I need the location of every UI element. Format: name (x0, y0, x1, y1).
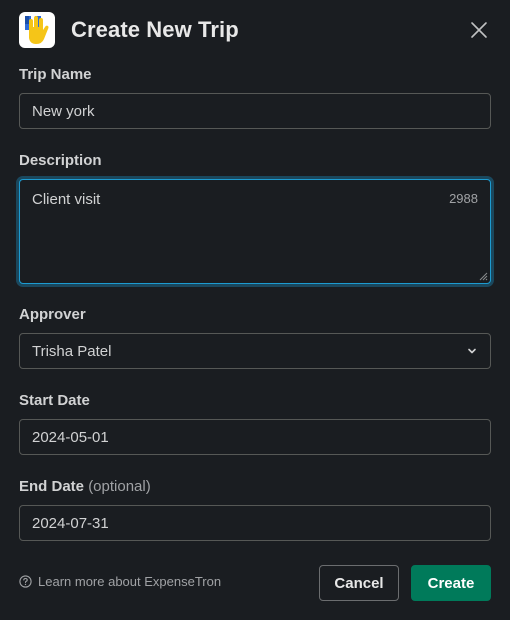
end-date-label-text: End Date (19, 478, 85, 495)
chevron-down-icon (468, 348, 476, 354)
char-count: 2988 (449, 191, 478, 206)
dialog-header: Create New Trip (19, 12, 491, 48)
approver-label: Approver (19, 306, 86, 323)
cancel-button[interactable]: Cancel (319, 565, 399, 601)
dialog-title: Create New Trip (71, 17, 239, 42)
trip-name-label: Trip Name (19, 66, 92, 83)
help-link-text: Learn more about ExpenseTron (38, 574, 222, 589)
close-icon[interactable] (467, 18, 491, 42)
optional-hint: (optional) (88, 478, 151, 495)
start-date-label: Start Date (19, 392, 90, 409)
create-button[interactable]: Create (411, 565, 491, 601)
end-date-input[interactable] (19, 505, 491, 541)
description-textarea[interactable]: Client visit (20, 180, 490, 283)
help-link[interactable]: Learn more about ExpenseTron (19, 574, 221, 589)
approver-select[interactable]: Trisha Patel (19, 333, 491, 369)
start-date-input[interactable] (19, 419, 491, 455)
trip-name-input[interactable] (19, 93, 491, 129)
expensetron-hand-icon (19, 12, 55, 48)
description-field: Client visit 2988 (19, 179, 491, 284)
question-circle-icon (19, 575, 32, 588)
resize-handle-icon[interactable] (478, 271, 488, 281)
approver-value: Trisha Patel (32, 342, 112, 360)
description-label: Description (19, 152, 102, 169)
end-date-label: End Date (optional) (19, 478, 151, 495)
